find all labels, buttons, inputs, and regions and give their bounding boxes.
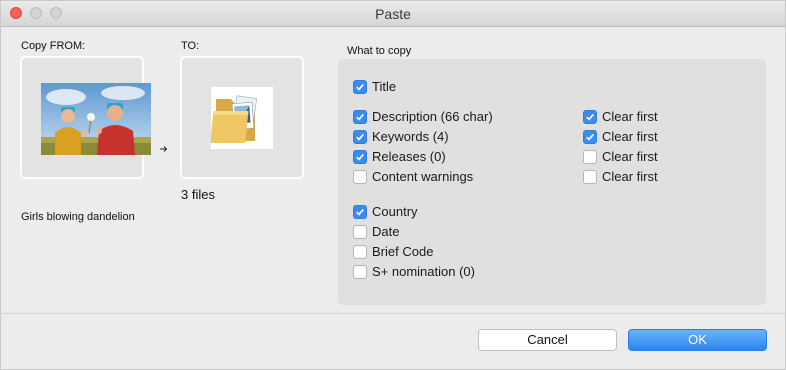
title-bar: Paste xyxy=(1,1,785,27)
checkbox-label: Clear first xyxy=(602,169,658,184)
checkmark-icon xyxy=(586,133,594,141)
source-photo-thumbnail xyxy=(41,83,151,155)
checkmark-icon xyxy=(356,113,364,121)
checkbox-box[interactable] xyxy=(583,169,597,184)
checkmark-icon xyxy=(356,153,364,161)
checkbox-box[interactable] xyxy=(353,169,367,184)
checkmark-icon xyxy=(356,133,364,141)
source-caption: Girls blowing dandelion xyxy=(21,211,135,223)
releases-clear-first-checkbox[interactable]: Clear first xyxy=(583,149,658,164)
checkbox-label: Content warnings xyxy=(372,169,474,184)
releases-checkbox[interactable]: Releases (0) xyxy=(353,149,446,164)
content-warnings-checkbox[interactable]: Content warnings xyxy=(353,169,473,184)
description-clear-first-checkbox[interactable]: Clear first xyxy=(583,109,658,124)
checkbox-label: Description (66 char) xyxy=(372,109,493,124)
paste-dialog: Paste Copy FROM: Girls blowing dandelion… xyxy=(0,0,786,370)
checkbox-label: Releases (0) xyxy=(372,149,446,164)
checkmark-icon xyxy=(356,83,364,91)
brief-code-checkbox[interactable]: Brief Code xyxy=(353,244,433,259)
checkbox-label: Clear first xyxy=(602,109,658,124)
description-checkbox[interactable]: Description (66 char) xyxy=(353,109,493,124)
checkbox-box[interactable] xyxy=(353,244,367,259)
checkbox-box[interactable] xyxy=(353,264,367,279)
cancel-button[interactable]: Cancel xyxy=(478,329,617,351)
checkbox-box[interactable] xyxy=(353,204,367,219)
checkbox-label: Clear first xyxy=(602,149,658,164)
checkbox-label: Date xyxy=(372,224,400,239)
what-to-copy-panel: Title Description (66 char) Keywords (4)… xyxy=(338,59,766,305)
s-plus-nomination-checkbox[interactable]: S+ nomination (0) xyxy=(353,264,475,279)
checkbox-box[interactable] xyxy=(353,149,367,164)
keywords-checkbox[interactable]: Keywords (4) xyxy=(353,129,449,144)
checkbox-label: Keywords (4) xyxy=(372,129,449,144)
checkbox-label: Country xyxy=(372,204,418,219)
folder-icon xyxy=(210,87,273,149)
checkbox-box[interactable] xyxy=(353,129,367,144)
copy-from-label: Copy FROM: xyxy=(21,40,86,52)
checkbox-box[interactable] xyxy=(583,149,597,164)
keywords-clear-first-checkbox[interactable]: Clear first xyxy=(583,129,658,144)
window-title: Paste xyxy=(375,6,411,22)
to-label: TO: xyxy=(181,40,200,52)
checkbox-label: S+ nomination (0) xyxy=(372,264,475,279)
checkbox-box[interactable] xyxy=(353,79,367,94)
content-warnings-clear-first-checkbox[interactable]: Clear first xyxy=(583,169,658,184)
checkmark-icon xyxy=(586,113,594,121)
target-thumbnail-box xyxy=(180,56,304,179)
files-count: 3 files xyxy=(181,187,215,202)
ok-button[interactable]: OK xyxy=(628,329,767,351)
country-checkbox[interactable]: Country xyxy=(353,204,418,219)
source-thumbnail-box xyxy=(20,56,151,179)
checkbox-label: Clear first xyxy=(602,129,658,144)
title-checkbox[interactable]: Title xyxy=(353,79,396,94)
checkmark-icon xyxy=(356,208,364,216)
checkbox-label: Title xyxy=(372,79,397,94)
checkbox-label: Brief Code xyxy=(372,244,434,259)
checkbox-box[interactable] xyxy=(583,129,597,144)
footer-divider xyxy=(1,313,785,314)
checkbox-box[interactable] xyxy=(353,224,367,239)
what-to-copy-label: What to copy xyxy=(347,45,412,57)
arrow-right-icon xyxy=(160,145,168,156)
checkbox-box[interactable] xyxy=(353,109,367,124)
checkbox-box[interactable] xyxy=(583,109,597,124)
date-checkbox[interactable]: Date xyxy=(353,224,399,239)
